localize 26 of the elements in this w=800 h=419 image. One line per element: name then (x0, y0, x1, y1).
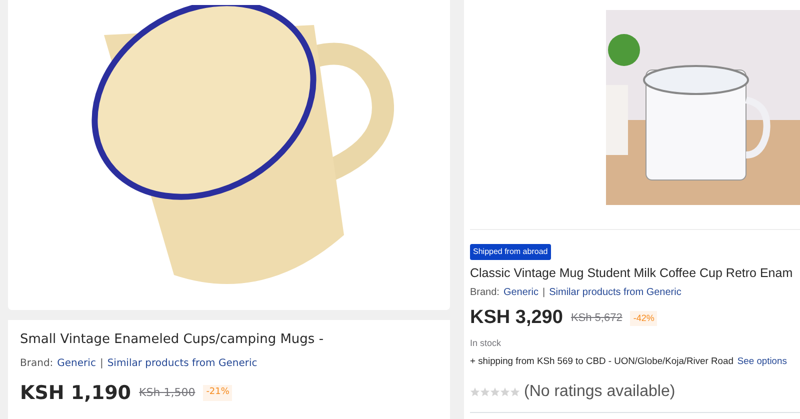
product-title: Small Vintage Enameled Cups/camping Mugs - (20, 332, 325, 348)
stock-status: In stock (470, 336, 502, 350)
price: KSH 3,290 (470, 306, 563, 330)
shipping-badge: Shipped from abroad (470, 244, 551, 260)
price: KSH 1,190 (20, 380, 132, 406)
product-title: Classic Vintage Mug Student Milk Coffee Cup Retro Enam (470, 266, 794, 281)
old-price: KSh 1,500 (139, 384, 196, 400)
star-icon (490, 387, 500, 398)
similar-products-link[interactable]: Similar products from Generic (549, 285, 682, 300)
star-icon (510, 387, 520, 398)
star-icon (470, 387, 480, 398)
brand-link[interactable]: Generic (503, 285, 538, 300)
separator: | (100, 356, 104, 370)
brand-link[interactable]: Generic (57, 356, 96, 370)
discount-badge: -21% (203, 385, 232, 400)
old-price: KSh 5,672 (570, 311, 622, 326)
brand-label: Brand: (470, 286, 500, 300)
star-icon (480, 387, 490, 398)
star-icon (500, 387, 510, 398)
separator: | (542, 286, 546, 300)
similar-products-link[interactable]: Similar products from Generic (107, 356, 258, 370)
see-options-link[interactable]: See options (737, 354, 787, 368)
ratings-text: (No ratings available) (524, 382, 676, 402)
shipping-info: + shipping from KSh 569 to CBD - UON/Globe/Koja/River Road (470, 354, 734, 368)
brand-label: Brand: (20, 356, 54, 370)
discount-badge: -42% (630, 310, 658, 326)
